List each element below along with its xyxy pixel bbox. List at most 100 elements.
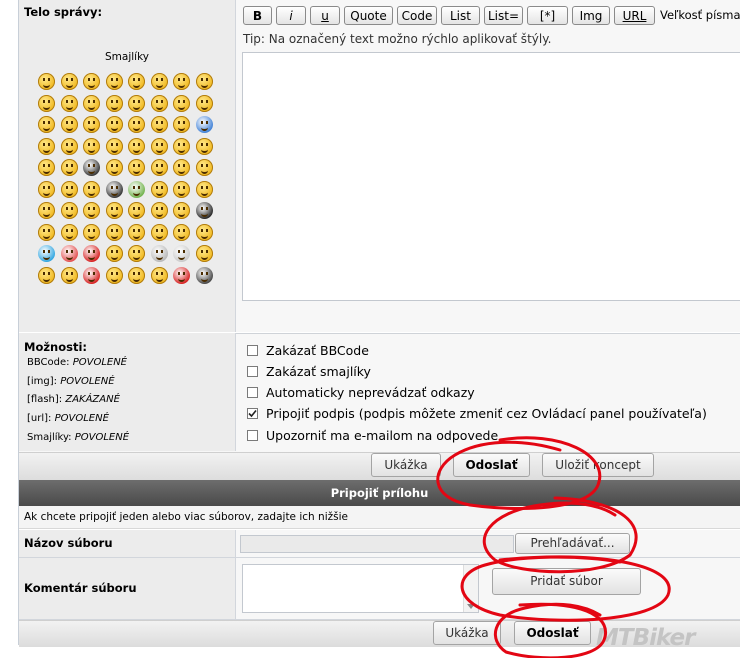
- smiley-icon[interactable]: [150, 245, 168, 262]
- smiley-icon[interactable]: [195, 159, 213, 176]
- smiley-icon[interactable]: [150, 116, 168, 133]
- smiley-icon[interactable]: [60, 266, 78, 284]
- smiley-icon[interactable]: [60, 223, 78, 241]
- smiley-icon[interactable]: [38, 223, 55, 241]
- url-button[interactable]: URL: [614, 6, 655, 25]
- smiley-icon[interactable]: [83, 245, 100, 262]
- smiley-icon[interactable]: [38, 137, 55, 155]
- smiley-icon[interactable]: [105, 202, 123, 219]
- add-file-button[interactable]: Pridať súbor: [492, 568, 641, 595]
- save-draft-button[interactable]: Uložiť koncept: [542, 453, 654, 477]
- smiley-icon[interactable]: [38, 94, 55, 112]
- smiley-icon[interactable]: [173, 202, 190, 219]
- smiley-icon[interactable]: [83, 202, 100, 219]
- disable-autolinks-checkbox[interactable]: [247, 387, 258, 398]
- smiley-icon[interactable]: [173, 223, 190, 241]
- smiley-icon[interactable]: [38, 159, 55, 176]
- smiley-icon[interactable]: [38, 73, 55, 90]
- attachment-submit-button[interactable]: Odoslať: [514, 621, 591, 645]
- smiley-icon[interactable]: [195, 266, 213, 284]
- smiley-icon[interactable]: [105, 137, 123, 155]
- smiley-icon[interactable]: [38, 245, 55, 262]
- smiley-icon[interactable]: [128, 94, 145, 112]
- preview-button[interactable]: Ukážka: [371, 453, 441, 477]
- smiley-icon[interactable]: [83, 116, 100, 133]
- smiley-icon[interactable]: [173, 245, 190, 262]
- smiley-icon[interactable]: [60, 116, 78, 133]
- smiley-icon[interactable]: [128, 180, 145, 198]
- smiley-icon[interactable]: [38, 180, 55, 198]
- disable-bbcode-checkbox[interactable]: [247, 345, 258, 356]
- smiley-icon[interactable]: [128, 73, 145, 90]
- list-item-button[interactable]: List=: [484, 6, 523, 25]
- attach-signature-checkbox[interactable]: [247, 408, 258, 419]
- smiley-icon[interactable]: [105, 245, 123, 262]
- smiley-icon[interactable]: [60, 73, 78, 90]
- img-button[interactable]: Img: [572, 6, 610, 25]
- notify-email-checkbox[interactable]: [247, 430, 258, 441]
- smiley-icon[interactable]: [195, 94, 213, 112]
- smiley-icon[interactable]: [150, 202, 168, 219]
- smiley-icon[interactable]: [128, 223, 145, 241]
- smiley-icon[interactable]: [60, 137, 78, 155]
- smiley-icon[interactable]: [173, 116, 190, 133]
- smiley-icon[interactable]: [195, 137, 213, 155]
- smiley-icon[interactable]: [128, 159, 145, 176]
- smiley-icon[interactable]: [83, 137, 100, 155]
- smiley-icon[interactable]: [60, 159, 78, 176]
- smiley-icon[interactable]: [105, 223, 123, 241]
- smiley-icon[interactable]: [83, 73, 100, 90]
- smiley-icon[interactable]: [60, 245, 78, 262]
- list-button[interactable]: List: [441, 6, 480, 25]
- italic-button[interactable]: i: [276, 6, 306, 25]
- smiley-icon[interactable]: [105, 266, 123, 284]
- smiley-icon[interactable]: [173, 73, 190, 90]
- quote-button[interactable]: Quote: [344, 6, 393, 25]
- smiley-icon[interactable]: [105, 159, 123, 176]
- smiley-icon[interactable]: [83, 159, 100, 176]
- smiley-icon[interactable]: [105, 116, 123, 133]
- file-path-input[interactable]: [240, 535, 514, 553]
- file-comment-textarea[interactable]: [242, 564, 479, 613]
- smiley-icon[interactable]: [173, 137, 190, 155]
- smiley-icon[interactable]: [83, 266, 100, 284]
- code-button[interactable]: Code: [397, 6, 437, 25]
- smiley-icon[interactable]: [150, 94, 168, 112]
- disable-smileys-checkbox[interactable]: [247, 366, 258, 377]
- smiley-icon[interactable]: [128, 137, 145, 155]
- smiley-icon[interactable]: [173, 180, 190, 198]
- smiley-icon[interactable]: [38, 266, 55, 284]
- submit-button[interactable]: Odoslať: [453, 453, 530, 477]
- smiley-icon[interactable]: [60, 94, 78, 112]
- smiley-icon[interactable]: [150, 137, 168, 155]
- smiley-icon[interactable]: [195, 116, 213, 133]
- smiley-icon[interactable]: [173, 94, 190, 112]
- smiley-icon[interactable]: [150, 73, 168, 90]
- comment-scrollbar[interactable]: [463, 565, 478, 612]
- smiley-icon[interactable]: [105, 94, 123, 112]
- smiley-icon[interactable]: [150, 180, 168, 198]
- smiley-icon[interactable]: [60, 180, 78, 198]
- smiley-icon[interactable]: [195, 223, 213, 241]
- smiley-icon[interactable]: [150, 223, 168, 241]
- smiley-icon[interactable]: [128, 202, 145, 219]
- smiley-icon[interactable]: [150, 266, 168, 284]
- browse-button[interactable]: Prehľadávať...: [515, 533, 630, 554]
- smiley-icon[interactable]: [195, 245, 213, 262]
- smiley-icon[interactable]: [195, 202, 213, 219]
- smiley-icon[interactable]: [173, 266, 190, 284]
- smiley-icon[interactable]: [150, 159, 168, 176]
- smiley-icon[interactable]: [83, 94, 100, 112]
- smiley-icon[interactable]: [105, 180, 123, 198]
- star-button[interactable]: [*]: [527, 6, 568, 25]
- smiley-icon[interactable]: [38, 116, 55, 133]
- smiley-icon[interactable]: [60, 202, 78, 219]
- smiley-icon[interactable]: [83, 223, 100, 241]
- smiley-icon[interactable]: [128, 116, 145, 133]
- attachment-preview-button[interactable]: Ukážka: [433, 621, 501, 645]
- smiley-icon[interactable]: [105, 73, 123, 90]
- smiley-icon[interactable]: [83, 180, 100, 198]
- underline-button[interactable]: u: [310, 6, 340, 25]
- bold-button[interactable]: B: [243, 6, 272, 25]
- smiley-icon[interactable]: [128, 245, 145, 262]
